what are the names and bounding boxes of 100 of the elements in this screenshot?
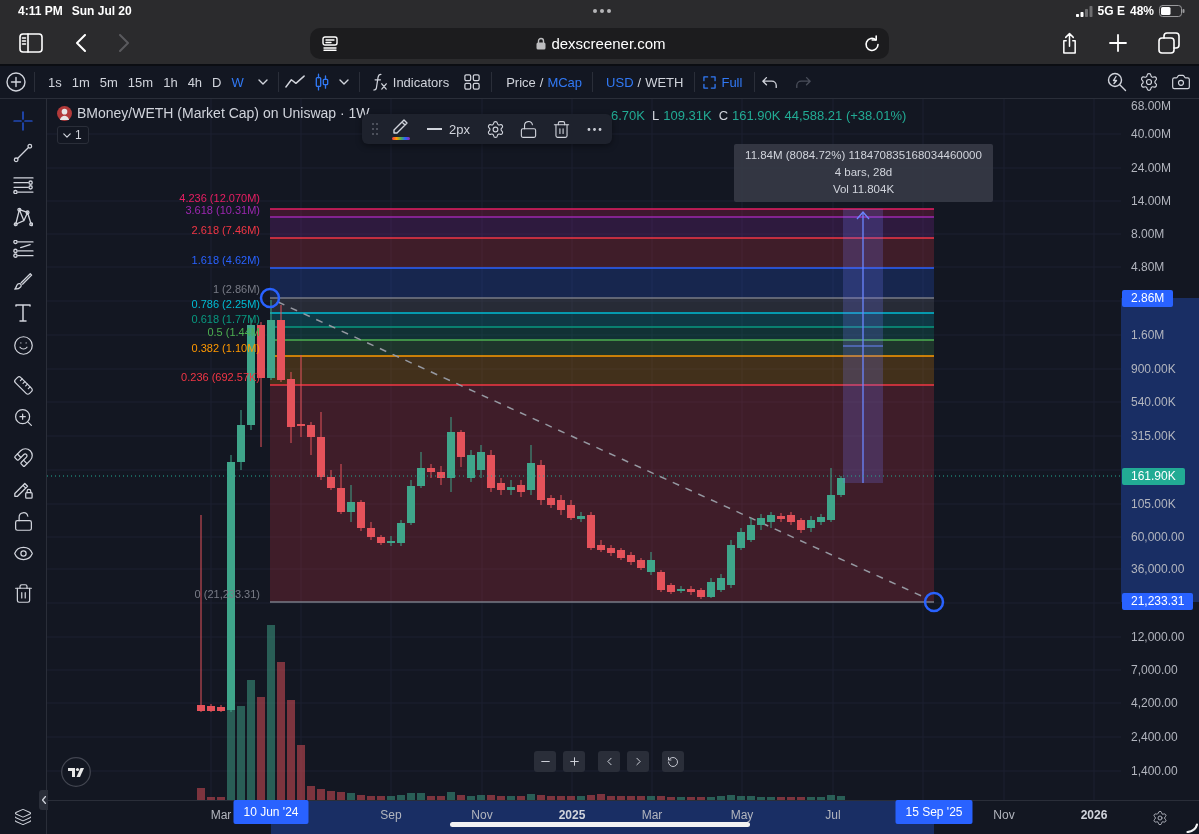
smiley-icon[interactable] xyxy=(12,334,34,356)
pattern-icon[interactable] xyxy=(13,207,33,227)
tabs-icon[interactable] xyxy=(1158,32,1180,54)
tooltip-line: 4 bars, 28d xyxy=(834,165,893,180)
pencil-color-icon[interactable] xyxy=(391,117,411,141)
camera-icon[interactable] xyxy=(1171,72,1191,92)
horizontal-lines-icon[interactable] xyxy=(12,176,34,194)
search-icon[interactable] xyxy=(1107,72,1127,92)
trash-icon[interactable] xyxy=(12,582,34,604)
sidebar-icon[interactable] xyxy=(19,33,43,53)
date-label: 2026 xyxy=(1080,807,1108,823)
battery-percent: 48% xyxy=(1129,4,1154,18)
ohlc-value: 44,588.21 (+38.01%) xyxy=(784,108,907,123)
date-badge: 10 Jun '24 xyxy=(233,800,309,824)
toggle-separator: / xyxy=(637,74,642,90)
add-icon[interactable] xyxy=(6,72,26,92)
drag-handle[interactable] xyxy=(923,591,945,613)
chevron-down-icon xyxy=(63,132,71,138)
price-badge: 21,233.31 xyxy=(1122,592,1194,610)
price-label: 24.00M xyxy=(1131,159,1172,177)
timeframe-tab[interactable]: 1h xyxy=(158,68,183,96)
reload-icon[interactable] xyxy=(864,34,880,52)
layers-icon[interactable] xyxy=(14,808,32,826)
fib-level-label: 2.618 (7.46M) xyxy=(191,224,260,236)
toggle-option[interactable]: USD xyxy=(606,74,634,90)
scroll-left-button[interactable] xyxy=(598,751,620,772)
price-label: 40.00M xyxy=(1131,125,1172,143)
trend-line-icon[interactable] xyxy=(13,143,33,163)
line-width-button[interactable]: 2px xyxy=(427,121,470,137)
indicators-button[interactable]: Indicators xyxy=(371,73,450,91)
fullscreen-icon xyxy=(703,75,717,89)
candlestick-icon[interactable] xyxy=(314,73,329,91)
ruler-icon[interactable] xyxy=(12,374,34,396)
timeframe-tab[interactable]: 15m xyxy=(122,68,159,96)
timeframe-tab[interactable]: W xyxy=(226,68,249,96)
lock-icon[interactable] xyxy=(518,119,538,139)
price-label: 12,000.00 xyxy=(1131,628,1185,646)
tooltip-line: 11.84M (8084.72%) 118470835168034460000 xyxy=(745,148,982,163)
toggle-option[interactable]: WETH xyxy=(645,74,684,90)
network-label: 5G E xyxy=(1097,4,1125,18)
zoom-in-button[interactable] xyxy=(563,751,585,772)
logo-icon[interactable] xyxy=(61,757,91,787)
indicators-toggle[interactable]: 1 xyxy=(57,126,89,144)
price-label: 315.00K xyxy=(1131,427,1176,445)
fullscreen-button[interactable]: Full xyxy=(703,74,743,90)
status-date: Sun Jul 20 xyxy=(71,4,132,18)
timeframe-tab[interactable]: 1s xyxy=(43,68,67,96)
reset-button[interactable] xyxy=(662,751,684,772)
chevron-down-icon[interactable] xyxy=(257,79,268,85)
settings-icon[interactable] xyxy=(485,119,505,139)
trash-icon[interactable] xyxy=(551,119,571,139)
collapse-tab[interactable] xyxy=(39,790,48,810)
ohlc-value: 161.90K xyxy=(732,108,781,123)
new-tab-icon[interactable] xyxy=(1109,34,1127,52)
function-icon xyxy=(371,73,388,91)
share-icon[interactable] xyxy=(1061,31,1078,55)
fib-level-label: 1 (2.86M) xyxy=(212,283,260,295)
tooltip-line: Vol 11.804K xyxy=(832,182,895,197)
price-label: 900.00K xyxy=(1131,360,1176,378)
price-label: 4.80M xyxy=(1131,258,1165,276)
timeframe-tab[interactable]: 4h xyxy=(182,68,208,96)
scroll-right-button[interactable] xyxy=(627,751,649,772)
chevron-down-icon[interactable] xyxy=(338,79,349,85)
multitask-dots-icon[interactable] xyxy=(592,9,611,13)
drag-grip-icon[interactable] xyxy=(372,123,378,135)
price-label: 1,400.00 xyxy=(1131,762,1178,780)
fib-level-label: 0.786 (2.25M) xyxy=(191,298,260,310)
timeframe-tab[interactable]: D xyxy=(207,68,227,96)
toggle-option[interactable]: MCap xyxy=(547,74,583,90)
timeframe-tab[interactable]: 5m xyxy=(94,68,123,96)
settings-icon[interactable] xyxy=(1152,809,1168,826)
reset-icon xyxy=(667,755,679,768)
fib-level-label: 1.618 (4.62M) xyxy=(191,254,260,266)
ohlc-value: 6.70K xyxy=(611,108,645,123)
zoom-in-icon[interactable] xyxy=(12,406,34,428)
lock-icon[interactable] xyxy=(12,510,34,532)
drag-handle[interactable] xyxy=(259,287,281,309)
toggle-separator: / xyxy=(539,74,544,90)
page-menu-icon[interactable] xyxy=(322,35,338,51)
timeframe-tab[interactable]: 1m xyxy=(66,68,95,96)
magnet-icon[interactable] xyxy=(12,446,34,468)
brush-icon[interactable] xyxy=(13,271,33,291)
undo-icon[interactable] xyxy=(762,75,779,89)
back-icon[interactable] xyxy=(76,34,86,52)
address-field[interactable]: dexscreener.com xyxy=(310,27,889,59)
date-label: Mar xyxy=(210,807,232,823)
layout-grid-icon[interactable] xyxy=(464,74,481,90)
price-label: 60,000.00 xyxy=(1131,528,1185,546)
price-label: 7,000.00 xyxy=(1131,661,1178,679)
date-badge: 15 Sep '25 xyxy=(895,800,973,824)
range-midline xyxy=(842,345,884,347)
price-label: 540.00K xyxy=(1131,393,1176,411)
price-label: 2,400.00 xyxy=(1131,728,1178,746)
forecast-icon[interactable] xyxy=(12,240,34,258)
date-label: Sep xyxy=(380,807,402,823)
line-chart-icon[interactable] xyxy=(284,75,305,89)
text-icon[interactable] xyxy=(15,304,31,322)
settings-icon[interactable] xyxy=(1139,72,1159,92)
resize-handle-icon[interactable] xyxy=(1186,823,1198,833)
toggle-option[interactable]: Price xyxy=(506,74,536,90)
